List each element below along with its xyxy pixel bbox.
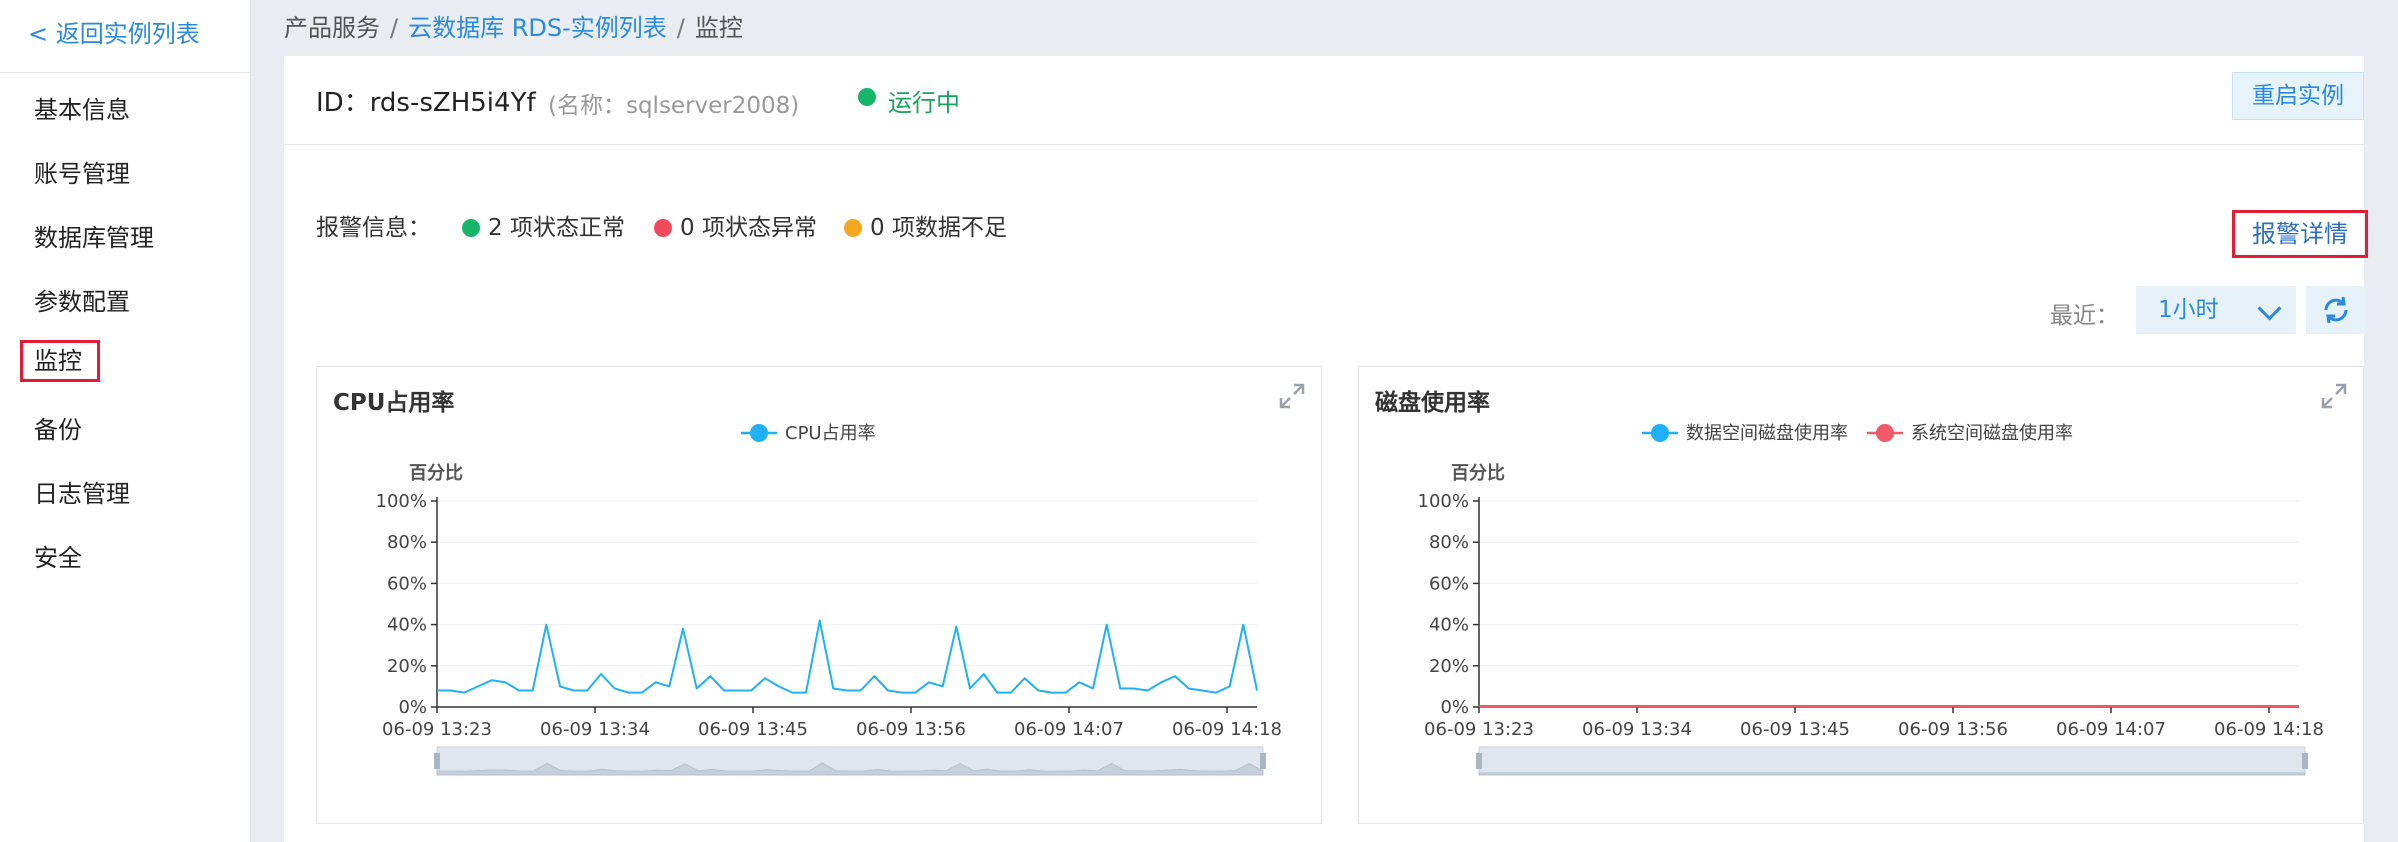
x-tick-label: 06-09 13:56 <box>1898 719 2008 740</box>
y-tick-label: 20% <box>1429 656 1469 677</box>
y-tick-label: 80% <box>387 532 427 553</box>
series-line <box>437 619 1258 694</box>
alert-info-label: 报警信息： <box>316 215 431 241</box>
y-tick-label: 100% <box>376 491 427 512</box>
alert-abnormal: 0 项状态异常 <box>654 208 817 242</box>
alert-insufficient: 0 项数据不足 <box>844 208 1007 242</box>
restart-instance-button[interactable]: 重启实例 <box>2232 72 2364 120</box>
legend-label: 数据空间磁盘使用率 <box>1686 423 1848 444</box>
alert-abnormal-text: 0 项状态异常 <box>680 215 817 241</box>
status-dot-icon <box>858 88 876 106</box>
time-range-label: 最近： <box>2050 303 2119 329</box>
disk-chart-card: 磁盘使用率 百分比 0% 20% 40% 60% 80% 100% 06-09 13:23 06… <box>1358 366 2364 824</box>
sidebar-item-backup[interactable]: 备份 <box>34 410 82 445</box>
y-tick-label: 40% <box>387 615 427 636</box>
x-tick-label: 06-09 14:07 <box>2056 719 2166 740</box>
sidebar-item-monitor[interactable]: 监控 <box>20 340 100 382</box>
alert-normal-text: 2 项状态正常 <box>488 215 625 241</box>
main-panel: ID：rds-sZH5i4Yf (名称：sqlserver2008) 运行中 重… <box>284 56 2368 842</box>
x-tick-label: 06-09 14:18 <box>2214 719 2324 740</box>
alert-normal: 2 项状态正常 <box>462 208 625 242</box>
refresh-button[interactable] <box>2306 286 2366 334</box>
y-tick-label: 100% <box>1418 491 1469 512</box>
back-to-instance-list-link[interactable]: < 返回实例列表 <box>28 14 200 49</box>
y-axis-title: 百分比 <box>409 463 463 484</box>
legend-label: CPU占用率 <box>785 423 876 444</box>
orange-dot-icon <box>844 219 862 237</box>
x-tick-label: 06-09 14:18 <box>1172 719 1282 740</box>
sidebar-divider <box>0 72 250 73</box>
instance-name: (名称：sqlserver2008) <box>548 93 800 119</box>
y-tick-label: 60% <box>1429 573 1469 594</box>
sidebar-item-database[interactable]: 数据库管理 <box>34 218 154 253</box>
y-tick-label: 80% <box>1429 532 1469 553</box>
y-axis-title: 百分比 <box>1451 463 1505 484</box>
sidebar-item-basic-info[interactable]: 基本信息 <box>34 90 130 125</box>
x-tick-label: 06-09 13:23 <box>382 719 492 740</box>
instance-status: 运行中 <box>888 89 960 117</box>
sidebar-item-security[interactable]: 安全 <box>34 538 82 573</box>
disk-chart-plot: 百分比 0% 20% 40% 60% 80% 100% 06-09 13:23 06-09 13… <box>1418 423 2324 776</box>
chevron-down-icon <box>2257 296 2282 321</box>
legend-label: 系统空间磁盘使用率 <box>1911 423 2073 444</box>
time-range-value: 1小时 <box>2158 297 2219 323</box>
legend-marker <box>750 424 768 442</box>
y-tick-label: 60% <box>387 573 427 594</box>
legend-marker <box>1876 424 1894 442</box>
x-tick-label: 06-09 13:45 <box>1740 719 1850 740</box>
x-tick-label: 06-09 13:23 <box>1424 719 1534 740</box>
alert-detail-button[interactable]: 报警详情 <box>2232 210 2368 258</box>
x-tick-label: 06-09 13:34 <box>540 719 650 740</box>
sidebar-item-account[interactable]: 账号管理 <box>34 154 130 189</box>
zoom-slider-track <box>1478 746 2306 776</box>
breadcrumb: 产品服务 / 云数据库 RDS-实例列表 / 监控 <box>284 8 743 43</box>
breadcrumb-separator: / <box>390 14 399 42</box>
cpu-chart-card: CPU占用率 百分比 0% 20% 40% 60% 80% 100% 06-09 13:23 0… <box>316 366 1322 824</box>
x-tick-label: 06-09 13:34 <box>1582 719 1692 740</box>
breadcrumb-current: 监控 <box>694 14 743 42</box>
zoom-handle-right <box>1260 753 1266 769</box>
cpu-chart-plot: 百分比 0% 20% 40% 60% 80% 100% 06-09 13:23 06-09 13… <box>376 423 1282 776</box>
y-tick-label: 0% <box>398 697 427 718</box>
zoom-handle-left <box>1476 753 1482 769</box>
red-dot-icon <box>654 219 672 237</box>
y-tick-label: 0% <box>1440 697 1469 718</box>
zoom-handle-right <box>2302 753 2308 769</box>
breadcrumb-instance-list[interactable]: 云数据库 RDS-实例列表 <box>408 14 667 42</box>
sidebar-item-params[interactable]: 参数配置 <box>34 282 130 317</box>
sidebar-item-logs[interactable]: 日志管理 <box>34 474 130 509</box>
instance-header: ID：rds-sZH5i4Yf (名称：sqlserver2008) 运行中 重… <box>284 56 2364 145</box>
zoom-slider-preview <box>1478 772 2306 776</box>
x-tick-label: 06-09 13:56 <box>856 719 966 740</box>
refresh-icon <box>2324 296 2348 324</box>
alert-insufficient-text: 0 项数据不足 <box>870 215 1007 241</box>
breadcrumb-separator: / <box>676 14 685 42</box>
x-tick-label: 06-09 14:07 <box>1014 719 1124 740</box>
time-range-select[interactable]: 1小时 <box>2136 286 2296 334</box>
instance-id: ID：rds-sZH5i4Yf <box>316 88 536 118</box>
zoom-handle-left <box>434 753 440 769</box>
sidebar: < 返回实例列表 基本信息 账号管理 数据库管理 参数配置 监控 备份 日志管理… <box>0 0 251 842</box>
breadcrumb-products[interactable]: 产品服务 <box>284 14 380 42</box>
y-tick-label: 40% <box>1429 615 1469 636</box>
legend-marker <box>1651 424 1669 442</box>
x-tick-label: 06-09 13:45 <box>698 719 808 740</box>
y-tick-label: 20% <box>387 656 427 677</box>
green-dot-icon <box>462 219 480 237</box>
